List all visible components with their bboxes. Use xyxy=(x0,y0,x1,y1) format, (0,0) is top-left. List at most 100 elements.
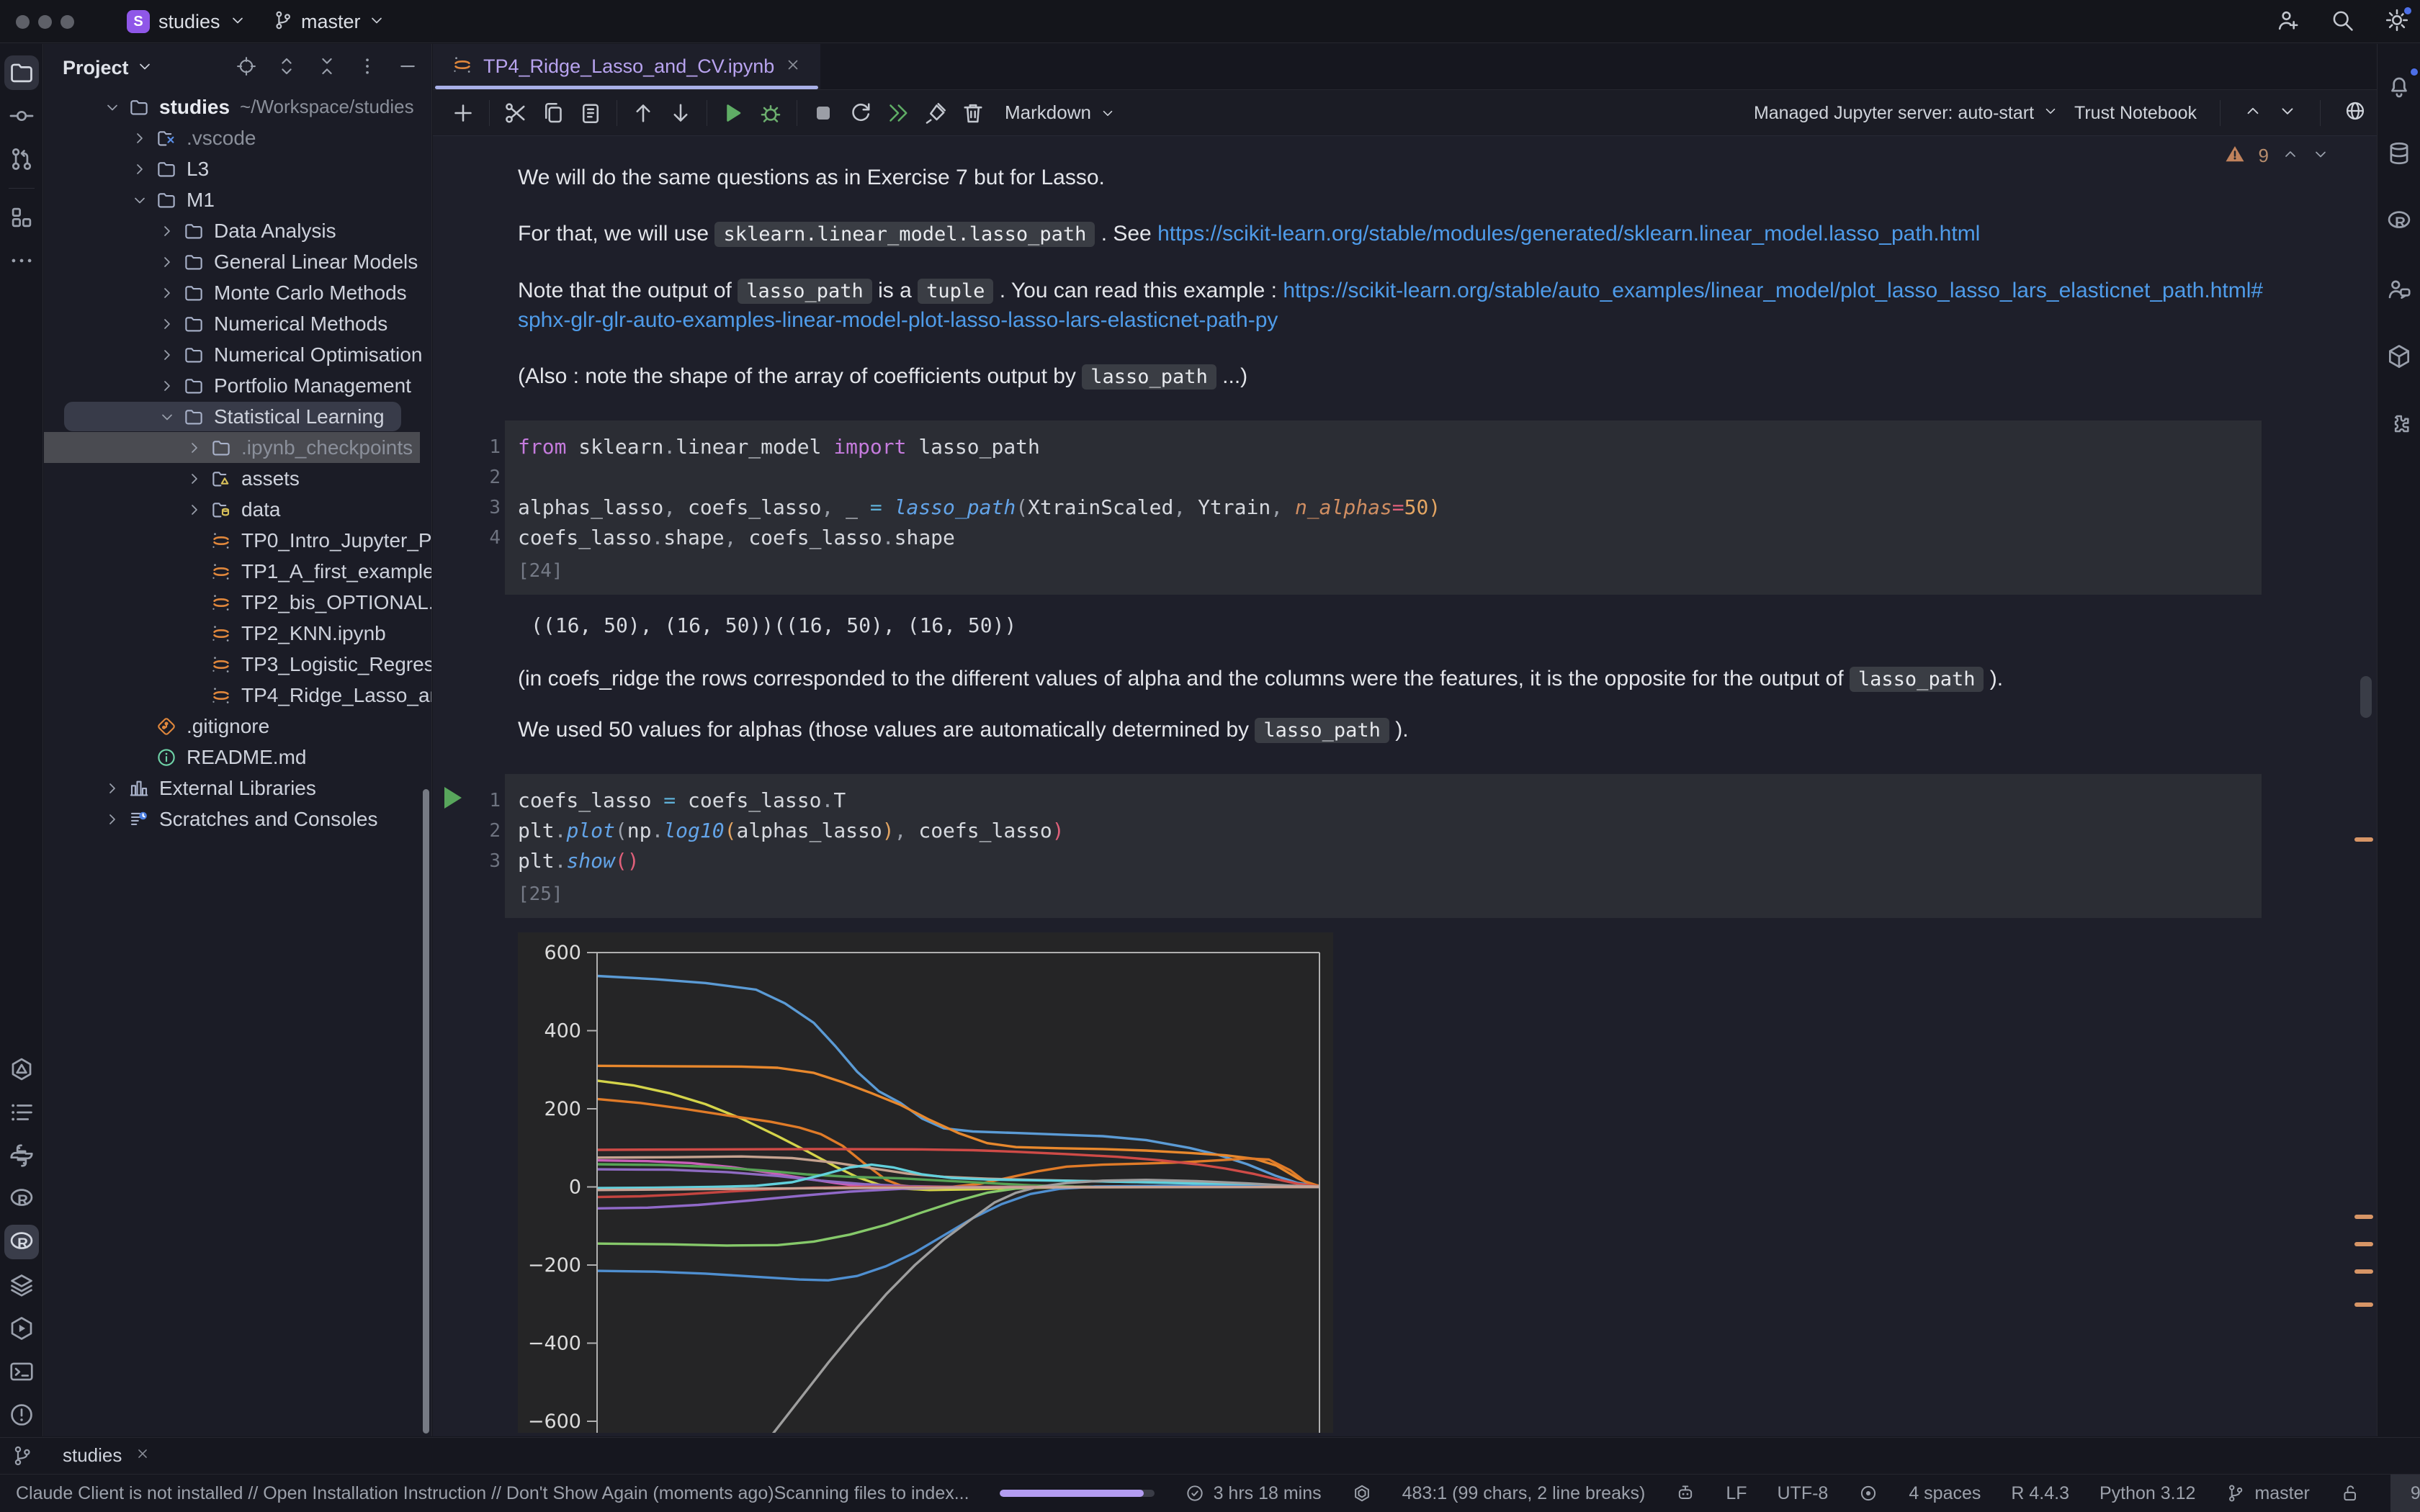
status-highlighting-level[interactable] xyxy=(1858,1475,1878,1512)
prev-cell-button[interactable] xyxy=(2244,102,2262,125)
status-line-separator[interactable]: LF xyxy=(1726,1475,1747,1512)
tree-toggle-icon[interactable] xyxy=(186,439,203,456)
browser-preview-button[interactable] xyxy=(2344,99,2367,127)
git-toolwindow-icon[interactable] xyxy=(0,1444,44,1467)
status-file-writable[interactable] xyxy=(2340,1475,2360,1512)
tree-item-tp0-intro-jupyter-python-ipynb[interactable]: TP0_Intro_Jupyter_Python.ipynb xyxy=(44,525,431,556)
status-indexing-progress[interactable] xyxy=(1000,1475,1155,1512)
toolwindow-project-button[interactable] xyxy=(4,55,39,90)
editor-tab[interactable]: TP4_Ridge_Lasso_and_CV.ipynb xyxy=(433,44,820,89)
search-everywhere-button[interactable] xyxy=(2329,7,2355,37)
bottom-tab-studies[interactable]: studies xyxy=(44,1438,169,1473)
warning-stripe-mark[interactable] xyxy=(2354,1269,2373,1274)
next-problem-icon[interactable] xyxy=(2312,145,2329,166)
toolwindow-r-packages-button[interactable]: R xyxy=(2382,204,2416,238)
tree-item-external-libraries[interactable]: External Libraries xyxy=(44,773,431,804)
toolwindow-more-tool-windows-button[interactable] xyxy=(4,243,39,278)
tree-item--vscode[interactable]: .vscode xyxy=(44,122,431,153)
project-widget[interactable]: S studies xyxy=(127,0,246,43)
tree-item-monte-carlo-methods[interactable]: Monte Carlo Methods xyxy=(44,277,431,308)
restart-kernel-button[interactable] xyxy=(842,96,879,130)
jupyter-server-selector[interactable]: Managed Jupyter server: auto-start xyxy=(1754,90,2058,136)
close-icon[interactable] xyxy=(135,1444,151,1467)
git-branch-icon[interactable] xyxy=(11,1444,34,1467)
clear-outputs-button[interactable] xyxy=(917,96,954,130)
chevron-right-icon[interactable] xyxy=(155,222,179,240)
maximize-window-button[interactable] xyxy=(60,15,74,29)
tree-item-tp2-bis-optional-ipynb[interactable]: TP2_bis_OPTIONAL.ipynb xyxy=(44,587,431,618)
tree-toggle-icon[interactable] xyxy=(131,192,148,209)
select-opened-file-button[interactable] xyxy=(236,55,257,81)
chevron-right-icon[interactable] xyxy=(182,439,207,456)
status-encoding[interactable]: UTF-8 xyxy=(1778,1475,1829,1512)
tree-item-statistical-learning[interactable]: Statistical Learning xyxy=(44,401,431,432)
hyperlink[interactable]: https://scikit-learn.org/stable/modules/… xyxy=(1157,222,1980,246)
tree-toggle-icon[interactable] xyxy=(158,284,176,302)
warning-stripe-mark[interactable] xyxy=(2354,1302,2373,1307)
status-session-time[interactable]: 3 hrs 18 mins xyxy=(1185,1475,1322,1512)
toolwindow-problems-button[interactable] xyxy=(4,1398,39,1432)
run-all-cells-button[interactable] xyxy=(879,96,917,130)
warning-stripe-mark[interactable] xyxy=(2354,837,2373,842)
tree-item-data[interactable]: data xyxy=(44,494,431,525)
status-message[interactable]: Claude Client is not installed // Open I… xyxy=(16,1483,774,1504)
chevron-right-icon[interactable] xyxy=(155,315,179,333)
tree-toggle-icon[interactable] xyxy=(158,315,176,333)
options-button[interactable] xyxy=(357,55,378,81)
toolwindow-ai-graph-button[interactable] xyxy=(4,1052,39,1086)
next-cell-button[interactable] xyxy=(2278,102,2297,125)
chevron-down-icon[interactable] xyxy=(155,408,179,426)
tree-toggle-icon[interactable] xyxy=(104,99,121,116)
toolwindow-terminal-button[interactable] xyxy=(4,1354,39,1389)
tree-toggle-icon[interactable] xyxy=(158,346,176,364)
tree-item-general-linear-models[interactable]: General Linear Models xyxy=(44,246,431,277)
collapse-all-button[interactable] xyxy=(316,55,338,81)
hide-button[interactable] xyxy=(397,55,418,81)
code-line[interactable]: 2plt.plot(np.log10(alphas_lasso), coefs_… xyxy=(518,816,2249,846)
warning-stripe-mark[interactable] xyxy=(2354,1242,2373,1246)
tree-item-assets[interactable]: assets xyxy=(44,463,431,494)
code-cell[interactable]: 1from sklearn.linear_model import lasso_… xyxy=(505,420,2262,595)
status-git-branch[interactable]: master xyxy=(2226,1475,2309,1512)
settings-button[interactable] xyxy=(2384,7,2410,37)
chevron-right-icon[interactable] xyxy=(155,284,179,302)
chevron-right-icon[interactable] xyxy=(155,253,179,271)
status-indexing-status[interactable]: Scanning files to index... xyxy=(774,1475,969,1512)
tree-item--gitignore[interactable]: .gitignore xyxy=(44,711,431,742)
tree-toggle-icon[interactable] xyxy=(104,811,121,828)
close-icon[interactable] xyxy=(135,1446,151,1462)
tree-item-portfolio-management[interactable]: Portfolio Management xyxy=(44,370,431,401)
tree-item-tp4-ridge-lasso-and-cv-ipynb[interactable]: TP4_Ridge_Lasso_and_CV.ipynb xyxy=(44,680,431,711)
toolwindow-dependencies-button[interactable] xyxy=(2382,339,2416,374)
toolwindow-structure-button[interactable] xyxy=(4,200,39,235)
minimize-window-button[interactable] xyxy=(38,15,52,29)
toolwindow-pull-requests-button[interactable] xyxy=(4,142,39,176)
toolwindow-commit-button[interactable] xyxy=(4,99,39,133)
status-ai-assistant[interactable] xyxy=(1675,1475,1695,1512)
run-cell-gutter-icon[interactable] xyxy=(444,787,462,809)
tree-toggle-icon[interactable] xyxy=(158,253,176,271)
toolwindow-r-tools-button[interactable]: R xyxy=(4,1225,39,1259)
warning-stripe-mark[interactable] xyxy=(2354,1215,2373,1219)
toolwindow-database-button[interactable] xyxy=(2382,136,2416,171)
tree-item-tp3-logistic-regression-ar[interactable]: TP3_Logistic_Regression_ar xyxy=(44,649,431,680)
add-cell-button[interactable] xyxy=(444,96,482,130)
tree-item-numerical-optimisation[interactable]: Numerical Optimisation xyxy=(44,339,431,370)
toolwindow-python-console-button[interactable] xyxy=(4,1138,39,1173)
toolwindow-notifications-button[interactable] xyxy=(2382,68,2416,103)
toolwindow-code-with-me-button[interactable] xyxy=(2382,271,2416,306)
close-tab-icon[interactable] xyxy=(784,56,802,77)
status-kernel-status[interactable] xyxy=(1352,1475,1372,1512)
chevron-down-icon[interactable] xyxy=(2278,102,2297,120)
tree-toggle-icon[interactable] xyxy=(131,130,148,147)
debug-cell-button[interactable] xyxy=(752,96,789,130)
close-window-button[interactable] xyxy=(16,15,30,29)
chevron-right-icon[interactable] xyxy=(127,130,152,147)
toolwindow-r-console-button[interactable]: R xyxy=(4,1182,39,1216)
status-python-interpreter[interactable]: Python 3.12 xyxy=(2099,1475,2195,1512)
tree-item-numerical-methods[interactable]: Numerical Methods xyxy=(44,308,431,339)
toolwindow-python-packages-button[interactable] xyxy=(4,1268,39,1302)
code-line[interactable]: 1coefs_lasso = coefs_lasso.T xyxy=(518,786,2249,816)
trust-notebook-button[interactable]: Trust Notebook xyxy=(2074,103,2197,124)
chevron-down-icon[interactable] xyxy=(2312,145,2329,163)
